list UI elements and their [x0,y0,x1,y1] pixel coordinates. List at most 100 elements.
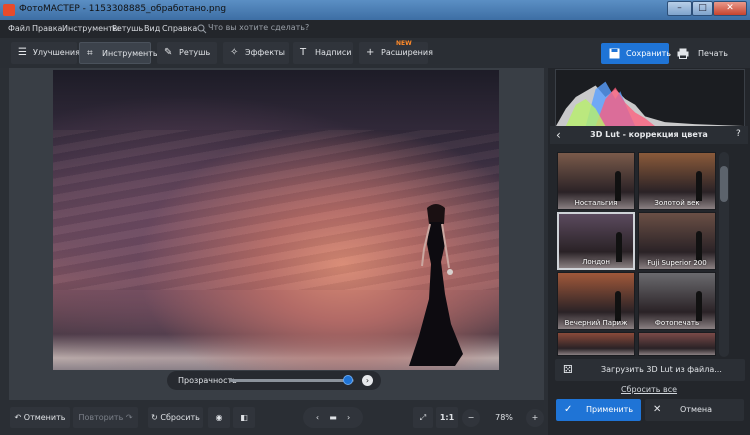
zoom-level: 78% [495,413,513,422]
plus-icon: + [366,47,375,58]
menu-view[interactable]: Вид [144,24,160,33]
text-icon: T [300,47,307,58]
crop-icon: ⌗ [87,48,93,59]
load-lut-label: Загрузить 3D Lut из файла... [601,365,722,374]
menu-bar: Файл Правка Инструменты Ретушь Вид Справ… [0,20,750,38]
woman-figure [409,204,463,366]
lut-thumbnail[interactable]: Ностальгия [557,152,635,210]
cancel-label: Отмена [680,405,713,414]
search-input[interactable]: Что вы хотите сделать? [208,23,309,32]
printer-icon [677,48,689,59]
tab-label: Ретушь [179,48,211,57]
opacity-slider-track[interactable] [230,379,354,382]
help-icon[interactable]: ? [736,129,741,139]
app-logo-icon [3,4,15,16]
histogram [555,69,745,127]
menu-edit[interactable]: Правка [32,24,62,33]
lut-thumbnail[interactable] [557,332,635,356]
redo-button[interactable]: Повторить ↷ [73,407,138,428]
thumb-figure [615,171,621,201]
redo-label: Повторить [78,413,124,422]
tab-retouch[interactable]: ✎ Ретушь [157,42,217,64]
dice-icon: ⚄ [563,363,573,376]
lut-thumbnail-label: Золотой век [654,199,700,207]
folder-icon[interactable]: ▬ [329,413,337,422]
compare-icon: ◧ [240,413,248,422]
next-file-icon[interactable]: › [347,413,350,422]
lut-thumbnail[interactable]: Золотой век [638,152,716,210]
load-lut-button[interactable]: ⚄ Загрузить 3D Lut из файла... [555,359,745,381]
tab-label: Улучшения [33,48,80,57]
menu-tools[interactable]: Инструменты [62,24,119,33]
magic-wand-icon: ✧ [230,47,239,58]
lut-thumbnail[interactable] [638,332,716,356]
lut-thumbnail-selected[interactable]: Лондон [557,212,635,270]
print-button[interactable]: Печать [673,43,743,64]
prev-file-icon[interactable]: ‹ [316,413,319,422]
new-badge: NEW [396,40,412,47]
tab-text[interactable]: T Надписи [293,42,353,64]
search-icon [197,24,207,34]
title-bar: ФотоМАСТЕР - 1153308885_обработано.png –… [0,0,750,20]
sliders-icon: ☰ [18,47,27,58]
check-icon: ✓ [564,404,573,415]
undo-button[interactable]: ↶ Отменить [10,407,70,428]
compare-button[interactable]: ◧ [233,407,255,428]
thumb-figure [696,231,702,261]
tab-tools[interactable]: ⌗ Инструменты [79,42,159,64]
lut-thumbnail-label: Вечерний Париж [564,319,628,327]
scrollbar-thumb[interactable] [720,166,728,202]
edited-photo[interactable] [53,70,499,370]
lut-thumbnail-label: Fuji Superior 200 [647,259,707,267]
undo-icon: ↶ [14,413,24,422]
lut-thumbnail[interactable]: Fuji Superior 200 [638,212,716,270]
lut-title: 3D Lut - коррекция цвета [590,130,708,139]
cancel-button[interactable]: ✕ Отмена [645,399,744,421]
close-button[interactable]: ✕ [713,1,747,16]
thumb-figure [696,171,702,201]
reset-all-link[interactable]: Сбросить все [550,385,748,394]
preview-eye-button[interactable]: ◉ [208,407,230,428]
tab-enhancements[interactable]: ☰ Улучшения [11,42,80,64]
minimize-button[interactable]: – [667,1,692,16]
lut-thumbnail-label: Фотопечать [654,319,700,327]
redo-icon: ↷ [123,413,133,422]
minus-icon: − [467,413,475,422]
print-label: Печать [698,49,728,58]
lut-thumbnail-label: Ностальгия [574,199,618,207]
zoom-1to1-button[interactable]: 1:1 [436,407,458,428]
opacity-slider-fill [230,379,348,382]
reset-button[interactable]: ↻ Сбросить [148,407,203,428]
apply-label: Применить [586,405,634,414]
tab-label: Инструменты [102,49,160,58]
maximize-button[interactable]: □ [692,1,713,16]
lut-thumbnail[interactable]: Вечерний Париж [557,272,635,330]
menu-retouch[interactable]: Ретушь [112,24,143,33]
thumb-figure [615,291,621,321]
tab-label: Расширения [381,48,433,57]
menu-file[interactable]: Файл [8,24,30,33]
zoom-in-button[interactable]: + [526,409,544,427]
opacity-slider-handle[interactable] [342,375,353,385]
lut-header: ‹ 3D Lut - коррекция цвета ? [550,126,748,144]
save-label: Сохранить [626,49,671,58]
tab-label: Надписи [315,48,352,57]
opacity-apply-icon[interactable]: › [362,375,373,386]
tab-extensions[interactable]: + Расширения [359,42,433,64]
eye-icon: ◉ [215,413,223,422]
reset-icon: ↻ [151,413,161,422]
canvas-area[interactable] [9,68,544,400]
tab-label: Эффекты [245,48,285,57]
lut-thumbnail[interactable]: Фотопечать [638,272,716,330]
floppy-disk-icon [609,48,620,59]
apply-button[interactable]: ✓ Применить [556,399,641,421]
save-button[interactable]: Сохранить [601,43,671,64]
thumb-figure [696,291,702,321]
menu-help[interactable]: Справка [162,24,197,33]
tab-effects[interactable]: ✧ Эффекты [223,42,289,64]
zoom-out-button[interactable]: − [462,409,480,427]
plus-icon: + [531,413,539,422]
lut-scrollbar[interactable] [719,152,729,357]
fit-screen-button[interactable]: ⤢ [413,407,433,428]
reset-label: Сбросить [160,413,200,422]
